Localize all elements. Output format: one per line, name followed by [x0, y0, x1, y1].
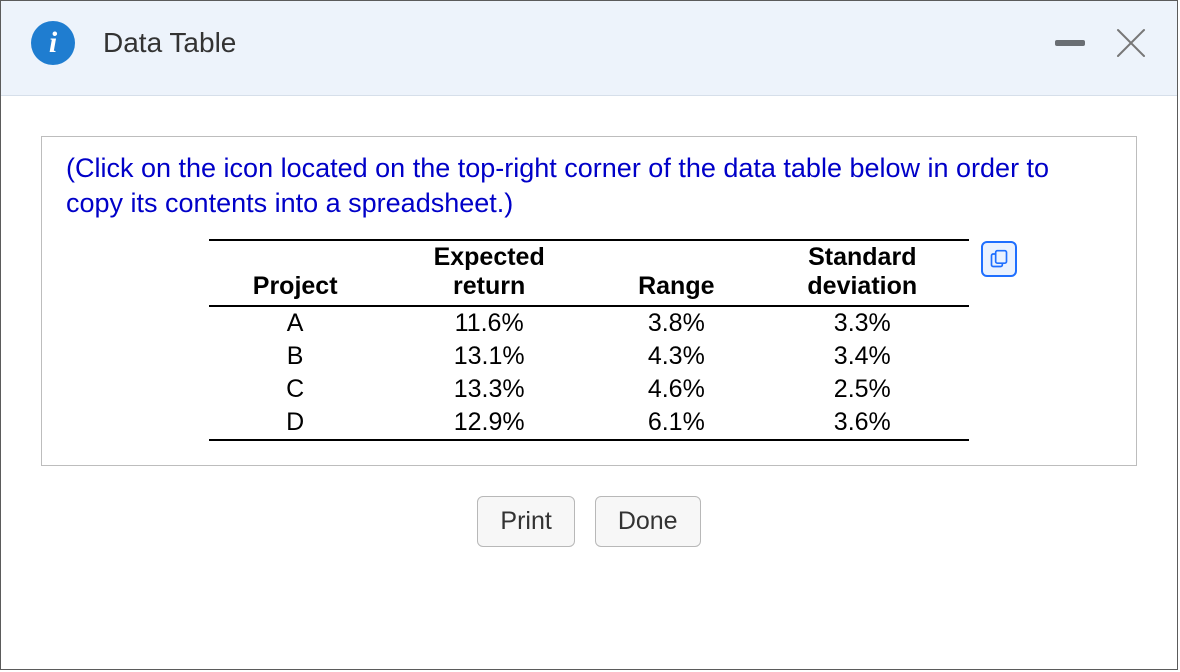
- col-expected-return: Expectedreturn: [381, 240, 597, 306]
- copy-icon: [989, 249, 1009, 269]
- cell-range: 3.8%: [597, 306, 756, 340]
- cell-range: 4.3%: [597, 340, 756, 373]
- cell-std-dev: 3.4%: [756, 340, 969, 373]
- cell-range: 4.6%: [597, 373, 756, 406]
- window-controls: [1055, 27, 1147, 59]
- dialog-body: (Click on the icon located on the top-ri…: [1, 96, 1177, 567]
- table-row: A 11.6% 3.8% 3.3%: [209, 306, 969, 340]
- button-row: Print Done: [41, 496, 1137, 547]
- minimize-button[interactable]: [1055, 40, 1085, 46]
- cell-std-dev: 2.5%: [756, 373, 969, 406]
- cell-project: B: [209, 340, 381, 373]
- table-header-row: Project Expectedreturn Range Standarddev…: [209, 240, 969, 306]
- data-table-wrap: Project Expectedreturn Range Standarddev…: [209, 239, 969, 441]
- cell-expected-return: 12.9%: [381, 406, 597, 440]
- col-project: Project: [209, 240, 381, 306]
- cell-expected-return: 11.6%: [381, 306, 597, 340]
- cell-std-dev: 3.6%: [756, 406, 969, 440]
- info-icon: i: [31, 21, 75, 65]
- close-button[interactable]: [1115, 27, 1147, 59]
- info-icon-glyph: i: [49, 28, 57, 58]
- table-row: C 13.3% 4.6% 2.5%: [209, 373, 969, 406]
- print-button[interactable]: Print: [477, 496, 574, 547]
- col-std-dev: Standarddeviation: [756, 240, 969, 306]
- instruction-text: (Click on the icon located on the top-ri…: [66, 151, 1112, 221]
- titlebar: i Data Table: [1, 1, 1177, 96]
- done-button[interactable]: Done: [595, 496, 701, 547]
- content-box: (Click on the icon located on the top-ri…: [41, 136, 1137, 466]
- cell-expected-return: 13.1%: [381, 340, 597, 373]
- dialog-title: Data Table: [103, 27, 236, 59]
- col-range: Range: [597, 240, 756, 306]
- minimize-icon: [1055, 40, 1085, 46]
- close-icon: [1115, 27, 1147, 59]
- dialog-window: i Data Table (Click on the icon located …: [0, 0, 1178, 670]
- table-row: D 12.9% 6.1% 3.6%: [209, 406, 969, 440]
- cell-expected-return: 13.3%: [381, 373, 597, 406]
- cell-project: D: [209, 406, 381, 440]
- table-row: B 13.1% 4.3% 3.4%: [209, 340, 969, 373]
- cell-range: 6.1%: [597, 406, 756, 440]
- data-table: Project Expectedreturn Range Standarddev…: [209, 239, 969, 441]
- copy-table-button[interactable]: [981, 241, 1017, 277]
- cell-std-dev: 3.3%: [756, 306, 969, 340]
- cell-project: A: [209, 306, 381, 340]
- cell-project: C: [209, 373, 381, 406]
